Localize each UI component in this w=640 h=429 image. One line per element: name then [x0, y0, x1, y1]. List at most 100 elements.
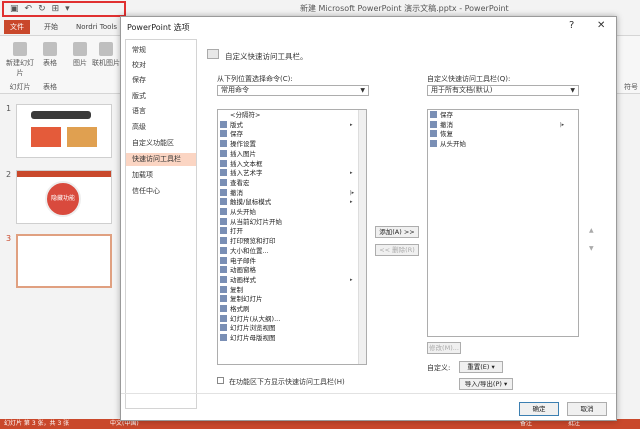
command-icon: [220, 246, 227, 254]
qat-list[interactable]: 保存 撤消 |▸ 恢复 从头开始: [427, 109, 579, 337]
group-symbol-label: 符号: [624, 83, 638, 91]
list-item[interactable]: 操作设置: [220, 140, 256, 150]
move-down-icon[interactable]: ▼: [589, 245, 594, 252]
list-item-label: 查看宏: [230, 178, 250, 187]
ok-button[interactable]: 确定: [519, 402, 559, 416]
nav-add-ins[interactable]: 加载项: [126, 169, 196, 182]
customize-icon[interactable]: ▾: [65, 4, 70, 14]
submenu-indicator: ▸: [350, 170, 353, 177]
add-button[interactable]: 添加(A) >>: [375, 226, 419, 238]
command-icon: [220, 111, 227, 118]
group-table-label: 表格: [43, 83, 57, 91]
list-item-label: 动画窗格: [230, 266, 256, 275]
list-item-label: 从头开始: [230, 208, 256, 216]
nav-trust-center[interactable]: 信任中心: [126, 185, 196, 198]
command-icon: [220, 140, 227, 148]
list-item[interactable]: 插入文本框: [220, 159, 263, 170]
list-item[interactable]: 动画窗格: [220, 266, 256, 276]
slideshow-icon[interactable]: ⊞: [52, 4, 60, 14]
command-icon: [220, 324, 227, 332]
new-slide-button[interactable]: 新建幻灯片: [6, 42, 34, 78]
list-item[interactable]: 触摸/鼠标模式 ▸: [220, 198, 353, 208]
list-item[interactable]: 打开: [220, 227, 243, 237]
choose-commands-select[interactable]: 常用命令 ▼: [217, 85, 369, 96]
close-button[interactable]: ✕: [597, 20, 605, 31]
list-item[interactable]: 复制: [220, 285, 243, 296]
submenu-indicator: |▸: [560, 121, 565, 128]
list-item[interactable]: 保存: [430, 111, 453, 121]
list-item[interactable]: 从头开始: [430, 140, 466, 150]
list-item[interactable]: 幻灯片母版视图: [220, 334, 276, 344]
command-icon: [220, 149, 227, 157]
redo-icon[interactable]: ↻: [38, 4, 46, 14]
group-slides-label: 幻灯片: [9, 83, 31, 91]
list-item[interactable]: 复制幻灯片: [220, 295, 263, 305]
options-nav: 常规 校对 保存 版式 语言 高级 自定义功能区 快速访问工具栏 加载项 信任中…: [125, 39, 197, 409]
chevron-down-icon: ▼: [360, 87, 365, 94]
list-item-label: 操作设置: [230, 140, 256, 149]
list-item[interactable]: 保存: [220, 130, 243, 140]
picture-button[interactable]: 图片: [70, 42, 90, 68]
nav-customize-ribbon[interactable]: 自定义功能区: [126, 137, 196, 150]
commands-list[interactable]: <分隔符> 版式 ▸ 保存 操作设置 插入图片 插入文本框 插入艺术字 ▸ 查看宏 撤消 |▸ 触摸/鼠…: [217, 109, 367, 365]
list-item-label: 撤消: [230, 188, 243, 197]
tab-file[interactable]: 文件: [4, 20, 30, 34]
online-picture-button[interactable]: 联机图片: [92, 42, 120, 68]
list-item-label: 格式刷: [230, 305, 250, 313]
list-item[interactable]: 幻灯片(从大纲)...: [220, 314, 280, 325]
show-below-ribbon-checkbox[interactable]: [217, 377, 224, 384]
list-item[interactable]: 撤消 |▸: [430, 120, 564, 131]
list-item[interactable]: 插入图片: [220, 149, 256, 160]
list-item[interactable]: 撤消 |▸: [220, 188, 354, 199]
list-item[interactable]: 从当前幻灯片开始: [220, 217, 282, 228]
nav-general[interactable]: 常规: [126, 44, 196, 57]
nav-save[interactable]: 保存: [126, 74, 196, 87]
nav-quick-access-toolbar[interactable]: 快速访问工具栏: [126, 153, 196, 166]
command-icon: [220, 295, 227, 303]
table-button[interactable]: 表格: [40, 42, 60, 68]
remove-button[interactable]: << 删除(R): [375, 244, 419, 256]
modify-button[interactable]: 修改(M)...: [427, 342, 461, 354]
list-item[interactable]: 恢复: [430, 130, 453, 140]
list-item[interactable]: 幻灯片浏览视图: [220, 324, 276, 334]
help-button[interactable]: ?: [569, 20, 574, 31]
list-item[interactable]: 格式刷: [220, 305, 250, 315]
list-item-label: 保存: [230, 130, 243, 139]
list-item[interactable]: 插入艺术字 ▸: [220, 169, 353, 179]
customize-qat-value: 用于所有文档(默认): [431, 86, 493, 94]
list-item[interactable]: 从头开始: [220, 208, 256, 218]
save-icon[interactable]: ▣: [10, 4, 19, 14]
dialog-title: PowerPoint 选项: [127, 23, 190, 32]
command-icon: [220, 227, 227, 235]
undo-icon[interactable]: ↶: [25, 4, 33, 14]
submenu-indicator: ▸: [350, 199, 353, 206]
customize-qat-select[interactable]: 用于所有文档(默认) ▼: [427, 85, 579, 96]
nav-layout[interactable]: 版式: [126, 90, 196, 103]
command-icon: [220, 120, 227, 128]
list-item-label: 动画样式: [230, 275, 256, 284]
list-item-label: 从当前幻灯片开始: [230, 217, 282, 226]
tab-home[interactable]: 开始: [38, 20, 64, 34]
cancel-button[interactable]: 取消: [567, 402, 607, 416]
list-item[interactable]: 电子邮件: [220, 256, 256, 267]
nav-proofing[interactable]: 校对: [126, 59, 196, 72]
slide-title-graphic: [31, 111, 91, 119]
nav-language[interactable]: 语言: [126, 105, 196, 118]
move-up-icon[interactable]: ▲: [589, 227, 594, 234]
list-item[interactable]: 打印预览和打印: [220, 237, 276, 247]
list-item[interactable]: 查看宏: [220, 178, 250, 189]
slide-thumbnail-3[interactable]: [16, 234, 112, 288]
list-item[interactable]: 动画样式 ▸: [220, 275, 353, 286]
import-export-button[interactable]: 导入/导出(P) ▾: [459, 378, 513, 390]
list-item[interactable]: 版式 ▸: [220, 120, 353, 131]
slide-thumbnail-2[interactable]: 隐藏功能: [16, 170, 112, 224]
tab-nordri-tools[interactable]: Nordri Tools: [70, 20, 123, 34]
chevron-down-icon: ▼: [570, 87, 575, 94]
reset-button[interactable]: 重置(E) ▾: [459, 361, 503, 373]
list-item[interactable]: <分隔符>: [220, 111, 260, 121]
commands-scrollbar[interactable]: [358, 110, 366, 364]
command-icon: [220, 256, 227, 264]
slide-thumbnail-1[interactable]: [16, 104, 112, 158]
nav-advanced[interactable]: 高级: [126, 121, 196, 134]
list-item[interactable]: 大小和位置...: [220, 246, 269, 257]
